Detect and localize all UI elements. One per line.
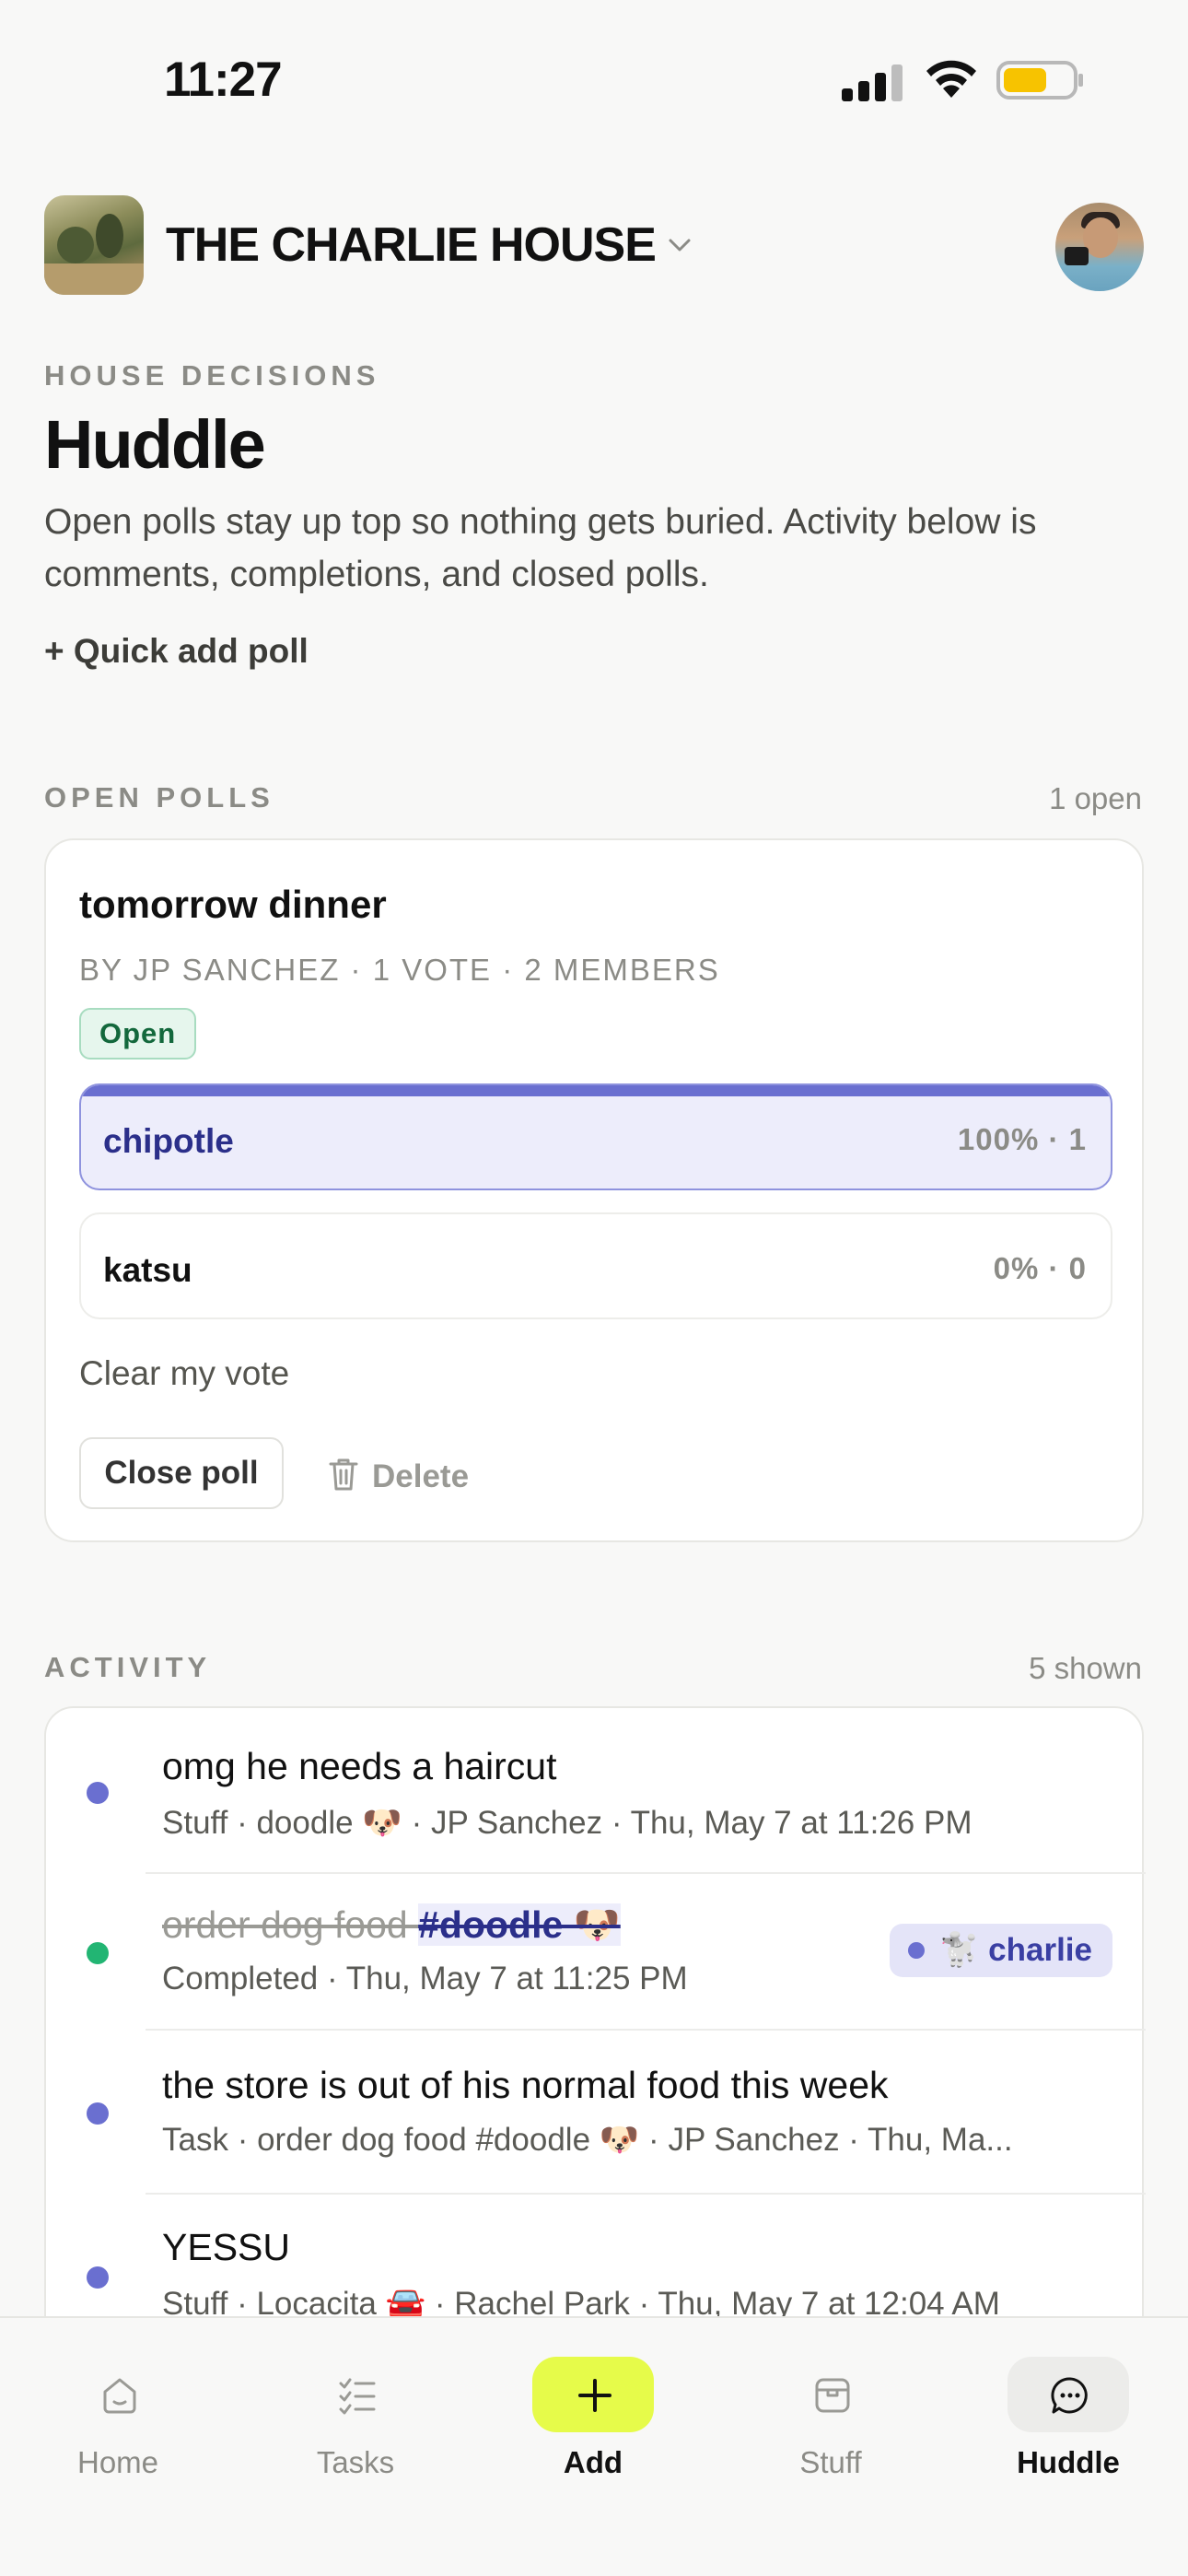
page-eyebrow: HOUSE DECISIONS (44, 359, 380, 392)
tab-tasks[interactable]: Tasks (282, 2349, 429, 2488)
page-description: Open polls stay up top so nothing gets b… (44, 502, 1037, 594)
clear-vote-button[interactable]: Clear my vote (79, 1354, 289, 1393)
tab-stuff[interactable]: Stuff (757, 2349, 904, 2488)
poll-option-chipotle[interactable]: chipotle 100% · 1 (79, 1083, 1112, 1190)
poll-card: tomorrow dinner BY JP SANCHEZ · 1 VOTE ·… (44, 838, 1144, 1542)
assignee-dot (907, 1942, 925, 1959)
tab-home[interactable]: Home (44, 2349, 192, 2488)
house-switcher[interactable]: THE CHARLIE HOUSE (166, 217, 657, 273)
activity-item[interactable]: the store is out of his normal food this… (46, 2031, 1146, 2195)
box-icon (815, 2378, 850, 2413)
activity-heading: ACTIVITY (44, 1651, 212, 1683)
assignee-pill[interactable]: 🐩 charlie (889, 1924, 1112, 1977)
plus-icon (578, 2379, 611, 2412)
activity-dot (87, 1782, 109, 1804)
tab-bar: Home Tasks Add Stuff Huddle (0, 2316, 1188, 2576)
chat-icon (1051, 2377, 1088, 2414)
poll-option-bar (81, 1085, 1111, 1096)
activity-title: YESSU (162, 2226, 290, 2268)
activity-item[interactable]: order dog food #doodle 🐶 Completed · Thu… (46, 1874, 1146, 2031)
open-polls-count: 1 open (1049, 781, 1142, 815)
tab-add[interactable]: Add (519, 2349, 667, 2488)
home-icon (103, 2378, 136, 2414)
tab-label: Huddle (1017, 2445, 1120, 2479)
page-title: Huddle (44, 406, 266, 483)
activity-subtitle: Stuff · doodle 🐶 · JP Sanchez · Thu, May… (162, 1805, 973, 1841)
activity-title-tag: #doodle 🐶 (418, 1903, 621, 1946)
house-avatar[interactable] (44, 195, 144, 295)
activity-subtitle: Task · order dog food #doodle 🐶 · JP San… (162, 2122, 1013, 2158)
tab-label: Home (76, 2445, 159, 2479)
activity-title: the store is out of his normal food this… (162, 2064, 889, 2106)
poll-option-stat: 0% · 0 (993, 1251, 1087, 1285)
chevron-down-icon[interactable] (665, 230, 694, 260)
poll-option-label: katsu (103, 1251, 192, 1289)
activity-count: 5 shown (1029, 1651, 1142, 1685)
activity-dot (87, 2266, 109, 2289)
tab-label: Add (563, 2445, 623, 2479)
status-time: 11:27 (164, 53, 283, 107)
tab-label: Stuff (799, 2445, 862, 2479)
delete-poll-button[interactable]: Delete (328, 1456, 470, 1494)
quick-add-poll-button[interactable]: + Quick add poll (44, 632, 309, 671)
poll-option-stat: 100% · 1 (957, 1122, 1087, 1156)
activity-subtitle: Completed · Thu, May 7 at 11:25 PM (162, 1961, 688, 1996)
poll-option-label: chipotle (103, 1122, 234, 1160)
wifi-icon (926, 60, 976, 98)
user-avatar[interactable] (1055, 203, 1144, 291)
activity-title: order dog food #doodle 🐶 (162, 1903, 621, 1948)
poll-meta: BY JP SANCHEZ · 1 VOTE · 2 MEMBERS (79, 953, 720, 987)
activity-title-text: order dog food (162, 1903, 419, 1946)
close-poll-button[interactable]: Close poll (79, 1437, 284, 1509)
status-badge: Open (79, 1008, 197, 1060)
poll-title: tomorrow dinner (79, 883, 387, 926)
battery-icon (996, 61, 1083, 100)
tab-huddle[interactable]: Huddle (995, 2349, 1142, 2488)
cellular-signal-icon (842, 64, 903, 101)
huddle-screen: 11:27 THE CHARLIE HOUSE HOUSE DECISIONS … (0, 0, 1188, 2576)
activity-title: omg he needs a haircut (162, 1745, 557, 1787)
open-polls-heading: OPEN POLLS (44, 781, 274, 814)
trash-icon (329, 1458, 358, 1491)
activity-dot (87, 2102, 109, 2125)
tasks-icon (339, 2378, 376, 2415)
tab-label: Tasks (316, 2445, 395, 2479)
assignee-label: 🐩 charlie (938, 1932, 1092, 1968)
activity-dot (87, 1942, 109, 1964)
activity-item[interactable]: omg he needs a haircut Stuff · doodle 🐶 … (46, 1708, 1146, 1874)
poll-option-katsu[interactable]: katsu 0% · 0 (79, 1212, 1112, 1319)
delete-label: Delete (372, 1458, 470, 1494)
status-bar: 11:27 (0, 0, 1188, 166)
